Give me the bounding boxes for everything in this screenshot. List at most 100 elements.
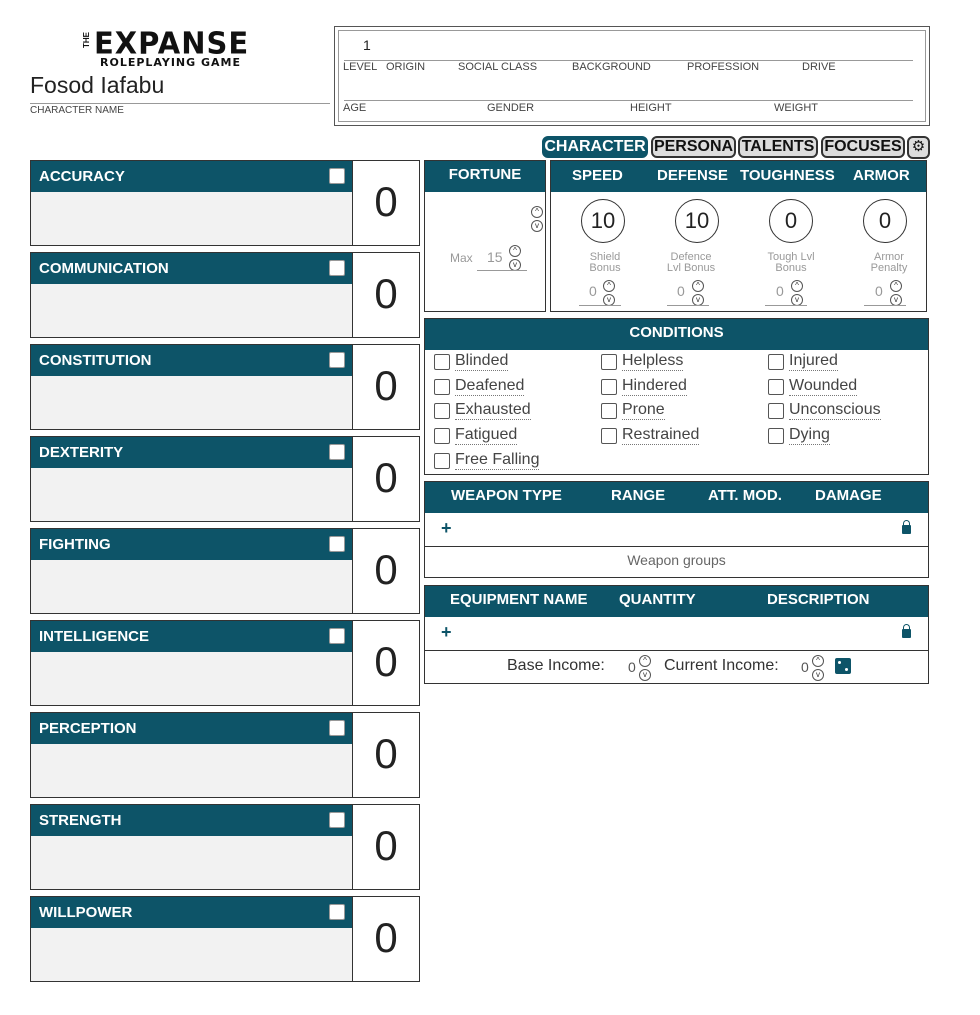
- fortune-max-stepper[interactable]: ^ v: [509, 245, 521, 273]
- weapon-groups-field[interactable]: Weapon groups: [425, 552, 928, 568]
- attribute-value[interactable]: 0: [352, 621, 419, 705]
- condition-checkbox[interactable]: [601, 428, 617, 444]
- chevron-up-icon[interactable]: ^: [639, 655, 651, 667]
- toughness-value[interactable]: 0: [769, 199, 813, 243]
- add-equipment-button[interactable]: +: [441, 622, 452, 643]
- attribute-value[interactable]: 0: [352, 713, 419, 797]
- shield-bonus-stepper[interactable]: ^ v: [603, 280, 615, 308]
- chevron-up-icon[interactable]: ^: [509, 245, 521, 257]
- settings-button[interactable]: ⚙: [907, 136, 930, 159]
- character-name-field[interactable]: Fosod Iafabu: [30, 72, 330, 104]
- defence-lvl-bonus-value[interactable]: 0: [677, 283, 685, 299]
- attribute-checkbox[interactable]: [329, 260, 345, 276]
- armor-value[interactable]: 0: [863, 199, 907, 243]
- row-divider: [425, 650, 928, 651]
- attribute-value[interactable]: 0: [352, 805, 419, 889]
- attribute-checkbox[interactable]: [329, 352, 345, 368]
- attribute-value[interactable]: 0: [352, 345, 419, 429]
- tab-talents[interactable]: TALENTS: [738, 136, 818, 158]
- attribute-notes[interactable]: [31, 744, 352, 797]
- attribute-value[interactable]: 0: [352, 161, 419, 245]
- attribute-checkbox[interactable]: [329, 444, 345, 460]
- current-income-value[interactable]: 0: [801, 659, 809, 675]
- condition-checkbox[interactable]: [434, 428, 450, 444]
- dice-roll-icon[interactable]: [835, 658, 851, 674]
- condition-checkbox[interactable]: [434, 453, 450, 469]
- equipment-table: EQUIPMENT NAME QUANTITY DESCRIPTION + Ba…: [424, 585, 929, 684]
- attribute-name: ACCURACY: [31, 161, 352, 192]
- attribute-notes[interactable]: [31, 284, 352, 337]
- condition-label: Deafened: [455, 377, 525, 396]
- shield-bonus-value[interactable]: 0: [589, 283, 597, 299]
- chevron-up-icon[interactable]: ^: [531, 206, 543, 218]
- add-weapon-button[interactable]: +: [441, 518, 452, 539]
- attribute-checkbox[interactable]: [329, 720, 345, 736]
- attribute-notes[interactable]: [31, 652, 352, 705]
- condition-checkbox[interactable]: [768, 354, 784, 370]
- condition-label: Helpless: [622, 352, 684, 371]
- speed-value[interactable]: 10: [581, 199, 625, 243]
- attribute-checkbox[interactable]: [329, 536, 345, 552]
- attribute-checkbox[interactable]: [329, 628, 345, 644]
- attribute-notes[interactable]: [31, 376, 352, 429]
- lock-icon[interactable]: [902, 624, 911, 638]
- attribute-fighting: FIGHTING 0: [30, 528, 420, 614]
- attribute-value[interactable]: 0: [352, 253, 419, 337]
- chevron-up-icon[interactable]: ^: [812, 655, 824, 667]
- tough-lvl-bonus-stepper[interactable]: ^ v: [791, 280, 803, 308]
- attribute-notes[interactable]: [31, 560, 352, 613]
- current-income-stepper[interactable]: ^ v: [812, 655, 824, 683]
- attribute-checkbox[interactable]: [329, 168, 345, 184]
- armor-penalty-stepper[interactable]: ^ v: [890, 280, 902, 308]
- chevron-up-icon[interactable]: ^: [791, 280, 803, 292]
- attribute-checkbox[interactable]: [329, 812, 345, 828]
- attribute-notes[interactable]: [31, 928, 352, 981]
- condition-checkbox[interactable]: [768, 379, 784, 395]
- attribute-notes[interactable]: [31, 468, 352, 521]
- condition-checkbox[interactable]: [601, 379, 617, 395]
- armor-penalty-value[interactable]: 0: [875, 283, 883, 299]
- attribute-value[interactable]: 0: [352, 529, 419, 613]
- attribute-checkbox[interactable]: [329, 904, 345, 920]
- condition-checkbox[interactable]: [601, 354, 617, 370]
- chevron-up-icon[interactable]: ^: [692, 280, 704, 292]
- tough-lvl-bonus-value[interactable]: 0: [776, 283, 784, 299]
- attribute-value[interactable]: 0: [352, 897, 419, 981]
- base-income-value[interactable]: 0: [628, 659, 636, 675]
- stats-header: SPEED DEFENSE TOUGHNESS ARMOR: [551, 161, 926, 192]
- tab-character[interactable]: CHARACTER: [542, 136, 648, 158]
- defense-value[interactable]: 10: [675, 199, 719, 243]
- chevron-up-icon[interactable]: ^: [890, 280, 902, 292]
- attribute-notes[interactable]: [31, 192, 352, 245]
- attribute-value[interactable]: 0: [352, 437, 419, 521]
- armor-penalty-label: Armor Penalty: [859, 252, 919, 274]
- condition-checkbox[interactable]: [601, 403, 617, 419]
- tab-focuses[interactable]: FOCUSES: [821, 136, 905, 158]
- level-value[interactable]: 1: [363, 37, 371, 53]
- chevron-down-icon[interactable]: v: [531, 220, 543, 232]
- chevron-down-icon[interactable]: v: [639, 669, 651, 681]
- chevron-down-icon[interactable]: v: [812, 669, 824, 681]
- base-income-stepper[interactable]: ^ v: [639, 655, 651, 683]
- fortune-box: FORTUNE ^ v Max 15 ^ v: [424, 160, 546, 312]
- condition-checkbox[interactable]: [434, 379, 450, 395]
- defence-lvl-bonus-stepper[interactable]: ^ v: [692, 280, 704, 308]
- gear-icon: ⚙: [911, 138, 926, 155]
- character-info-box: 1 LEVEL ORIGIN SOCIAL CLASS BACKGROUND P…: [334, 26, 930, 126]
- condition-checkbox[interactable]: [768, 403, 784, 419]
- condition-checkbox[interactable]: [768, 428, 784, 444]
- fortune-stepper[interactable]: ^ v: [531, 206, 543, 234]
- fortune-max-value[interactable]: 15: [487, 249, 503, 265]
- attribute-strength: STRENGTH 0: [30, 804, 420, 890]
- armor-penalty-underline: [864, 305, 906, 306]
- tab-persona[interactable]: PERSONA: [651, 136, 736, 158]
- sub-label-line: Bonus: [589, 262, 621, 274]
- sub-label-line: Lvl Bonus: [666, 262, 716, 274]
- attribute-notes[interactable]: [31, 836, 352, 889]
- chevron-up-icon[interactable]: ^: [603, 280, 615, 292]
- lock-icon[interactable]: [902, 520, 911, 534]
- header-equipment-name: EQUIPMENT NAME: [450, 591, 588, 608]
- condition-checkbox[interactable]: [434, 403, 450, 419]
- condition-label: Wounded: [789, 377, 858, 396]
- condition-checkbox[interactable]: [434, 354, 450, 370]
